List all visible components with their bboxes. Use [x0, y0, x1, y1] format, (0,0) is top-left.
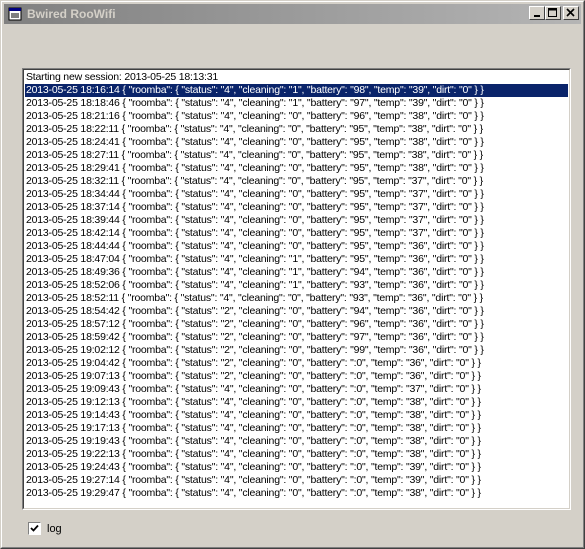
- log-row[interactable]: 2013-05-25 19:07:13 { "roomba": { "statu…: [25, 370, 568, 383]
- log-row[interactable]: 2013-05-25 18:34:44 { "roomba": { "statu…: [25, 188, 568, 201]
- log-row[interactable]: 2013-05-25 18:24:41 { "roomba": { "statu…: [25, 136, 568, 149]
- log-row[interactable]: 2013-05-25 19:29:47 { "roomba": { "statu…: [25, 487, 568, 500]
- app-window: Bwired RooWifi Starting new session: 201…: [0, 0, 585, 549]
- log-row[interactable]: 2013-05-25 18:22:11 { "roomba": { "statu…: [25, 123, 568, 136]
- log-row[interactable]: 2013-05-25 19:22:13 { "roomba": { "statu…: [25, 448, 568, 461]
- log-row[interactable]: 2013-05-25 19:17:13 { "roomba": { "statu…: [25, 422, 568, 435]
- log-row[interactable]: 2013-05-25 19:12:13 { "roomba": { "statu…: [25, 396, 568, 409]
- log-row[interactable]: 2013-05-25 19:09:43 { "roomba": { "statu…: [25, 383, 568, 396]
- log-row[interactable]: 2013-05-25 18:44:44 { "roomba": { "statu…: [25, 240, 568, 253]
- log-row[interactable]: 2013-05-25 18:47:04 { "roomba": { "statu…: [25, 253, 568, 266]
- log-row[interactable]: 2013-05-25 19:19:43 { "roomba": { "statu…: [25, 435, 568, 448]
- close-button[interactable]: [563, 6, 579, 20]
- maximize-button[interactable]: [545, 6, 561, 20]
- log-listbox[interactable]: Starting new session: 2013-05-25 18:13:3…: [22, 68, 571, 510]
- log-row[interactable]: 2013-05-25 19:02:12 { "roomba": { "statu…: [25, 344, 568, 357]
- log-row[interactable]: 2013-05-25 18:42:14 { "roomba": { "statu…: [25, 227, 568, 240]
- title-bar[interactable]: Bwired RooWifi: [4, 4, 581, 24]
- log-row[interactable]: 2013-05-25 18:16:14 { "roomba": { "statu…: [25, 84, 568, 97]
- log-row[interactable]: 2013-05-25 18:52:11 { "roomba": { "statu…: [25, 292, 568, 305]
- log-row[interactable]: 2013-05-25 18:49:36 { "roomba": { "statu…: [25, 266, 568, 279]
- window-title: Bwired RooWifi: [27, 7, 116, 21]
- log-toggle[interactable]: log: [28, 522, 62, 535]
- log-checkbox-label: log: [47, 522, 62, 535]
- log-row[interactable]: 2013-05-25 18:27:11 { "roomba": { "statu…: [25, 149, 568, 162]
- log-row[interactable]: 2013-05-25 18:39:44 { "roomba": { "statu…: [25, 214, 568, 227]
- log-row[interactable]: 2013-05-25 18:37:14 { "roomba": { "statu…: [25, 201, 568, 214]
- close-icon: [566, 8, 575, 17]
- log-row[interactable]: 2013-05-25 19:14:43 { "roomba": { "statu…: [25, 409, 568, 422]
- log-row[interactable]: 2013-05-25 19:27:14 { "roomba": { "statu…: [25, 474, 568, 487]
- checkmark-icon: [30, 524, 39, 532]
- log-row[interactable]: Starting new session: 2013-05-25 18:13:3…: [25, 71, 568, 84]
- minimize-button[interactable]: [529, 6, 545, 20]
- log-row[interactable]: 2013-05-25 18:21:16 { "roomba": { "statu…: [25, 110, 568, 123]
- log-row[interactable]: 2013-05-25 18:57:12 { "roomba": { "statu…: [25, 318, 568, 331]
- log-checkbox[interactable]: [28, 522, 41, 535]
- log-row[interactable]: 2013-05-25 19:24:43 { "roomba": { "statu…: [25, 461, 568, 474]
- log-row[interactable]: 2013-05-25 18:52:06 { "roomba": { "statu…: [25, 279, 568, 292]
- window-controls: [529, 6, 579, 20]
- log-row[interactable]: 2013-05-25 19:04:42 { "roomba": { "statu…: [25, 357, 568, 370]
- app-icon[interactable]: [7, 6, 23, 22]
- log-row[interactable]: 2013-05-25 18:32:11 { "roomba": { "statu…: [25, 175, 568, 188]
- minimize-icon: [534, 15, 540, 17]
- log-row[interactable]: 2013-05-25 18:59:42 { "roomba": { "statu…: [25, 331, 568, 344]
- window-frame: Bwired RooWifi Starting new session: 201…: [1, 1, 584, 548]
- log-row[interactable]: 2013-05-25 18:29:41 { "roomba": { "statu…: [25, 162, 568, 175]
- log-row[interactable]: 2013-05-25 18:18:46 { "roomba": { "statu…: [25, 97, 568, 110]
- log-row[interactable]: 2013-05-25 18:54:42 { "roomba": { "statu…: [25, 305, 568, 318]
- log-rows: Starting new session: 2013-05-25 18:13:3…: [25, 71, 568, 500]
- maximize-icon: [548, 8, 557, 17]
- log-listbox-frame: Starting new session: 2013-05-25 18:13:3…: [23, 69, 570, 509]
